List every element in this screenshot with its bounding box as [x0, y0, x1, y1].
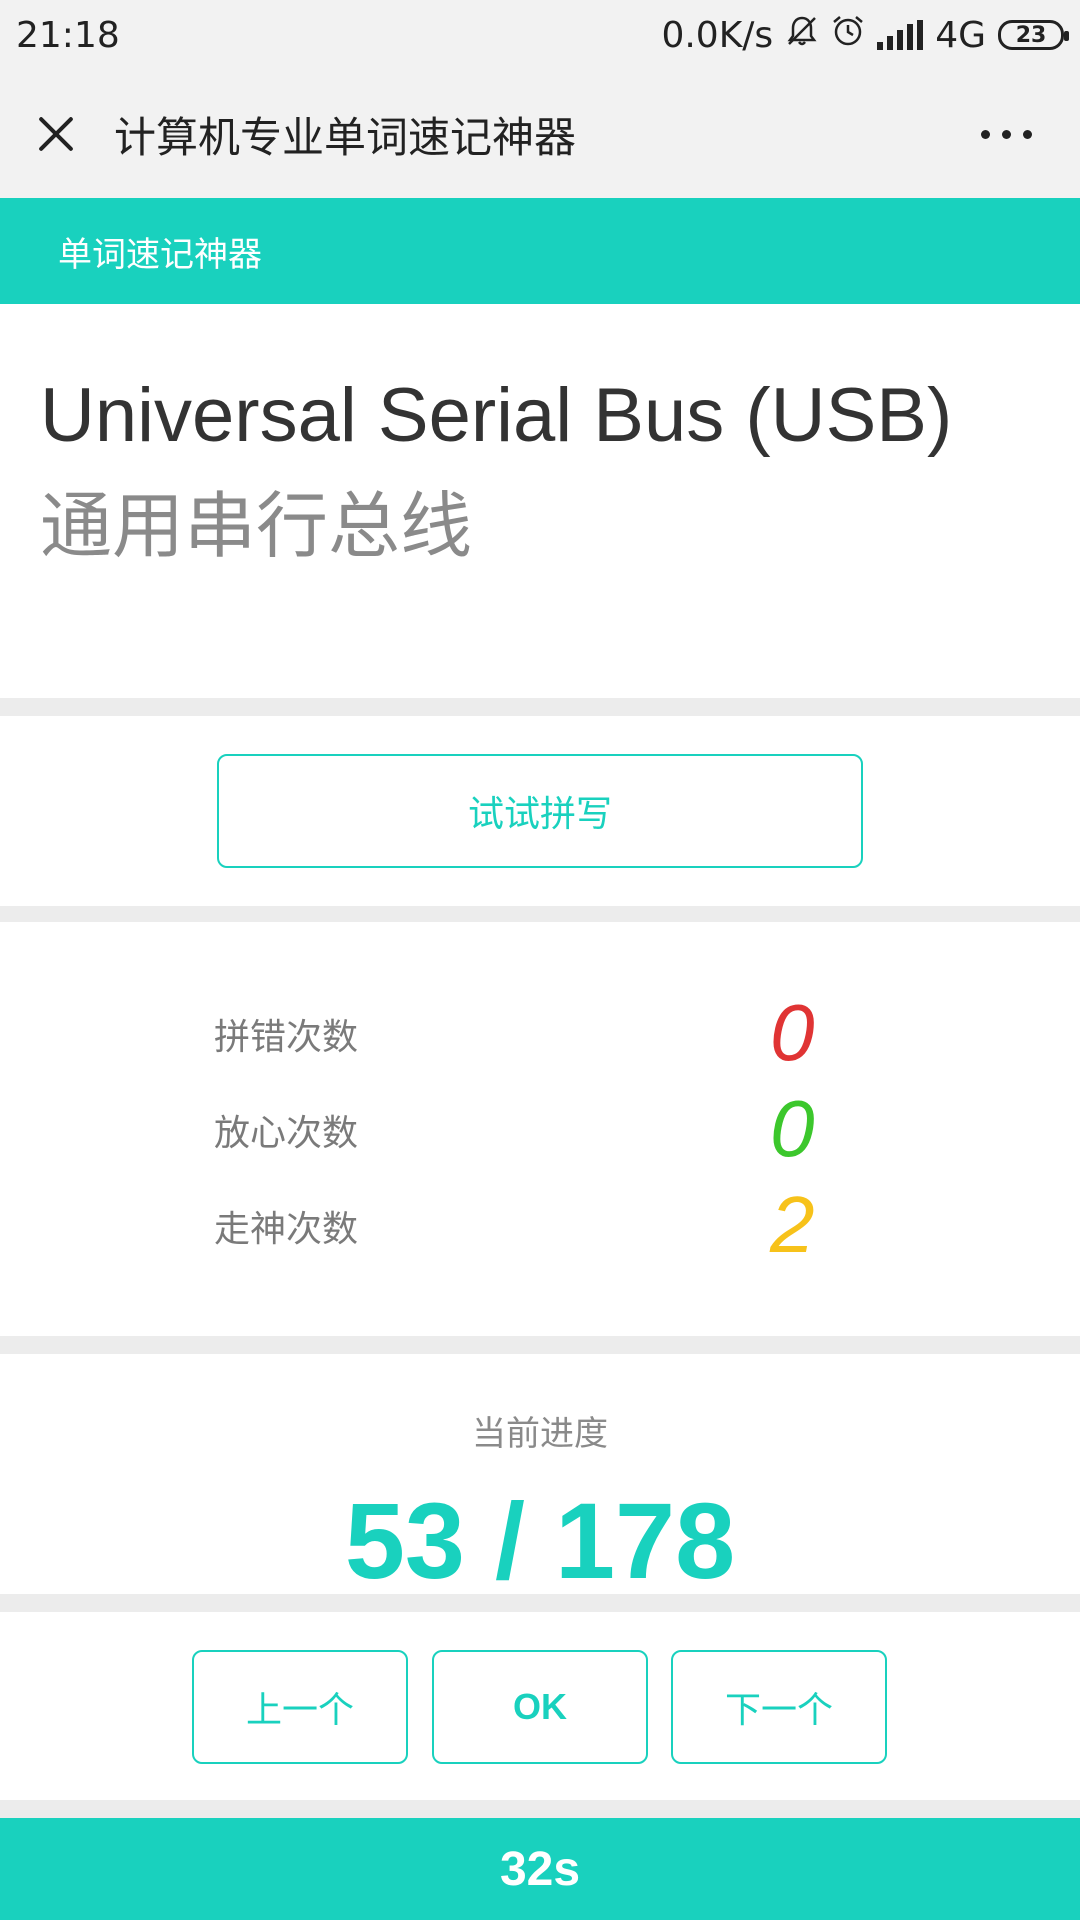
stat-value-misspelled: 0: [770, 988, 815, 1077]
bell-off-icon: [785, 14, 819, 57]
stat-label: 放心次数: [214, 1113, 359, 1154]
stat-label: 拼错次数: [214, 1017, 359, 1058]
battery-icon: 23: [998, 20, 1069, 50]
more-dots-icon[interactable]: [981, 129, 1050, 139]
status-icons: 0.0K/s 4G 23: [661, 14, 1069, 57]
stat-row-misspelled: 拼错次数 0: [0, 988, 1080, 1078]
word-card: Universal Serial Bus (USB) 通用串行总线: [0, 304, 1080, 698]
stat-value-confident: 0: [770, 1084, 815, 1173]
battery-level: 23: [1015, 22, 1047, 48]
spell-section: 试试拼写: [0, 716, 1080, 906]
progress-section: 当前进度 53 / 178: [0, 1354, 1080, 1600]
word-english: Universal Serial Bus (USB): [40, 373, 953, 458]
stat-row-confident: 放心次数 0: [0, 1084, 1080, 1174]
page-title: 计算机专业单词速记神器: [114, 112, 577, 162]
cellular-signal-icon: [877, 20, 924, 50]
progress-label: 当前进度: [472, 1414, 608, 1454]
stat-value-distracted: 2: [770, 1180, 815, 1269]
next-button[interactable]: 下一个: [671, 1650, 887, 1764]
word-chinese: 通用串行总线: [40, 484, 473, 569]
timer-bar: 32s: [0, 1818, 1080, 1920]
close-icon[interactable]: [30, 109, 80, 159]
network-type: 4G: [935, 14, 986, 56]
network-speed: 0.0K/s: [661, 14, 774, 56]
stats-section: 拼错次数 0 放心次数 0 走神次数 2: [0, 922, 1080, 1336]
previous-button[interactable]: 上一个: [192, 1650, 408, 1764]
progress-value: 53 / 178: [344, 1480, 736, 1601]
mini-program-title-bar: 计算机专业单词速记神器: [0, 70, 1080, 198]
status-time: 21:18: [16, 14, 120, 56]
status-bar: 21:18 0.0K/s 4G 23: [0, 0, 1080, 70]
try-spell-button[interactable]: 试试拼写: [217, 754, 863, 868]
stat-row-distracted: 走神次数 2: [0, 1180, 1080, 1270]
alarm-clock-icon: [831, 14, 865, 57]
header-title: 单词速记神器: [58, 234, 262, 275]
ok-button[interactable]: OK: [432, 1650, 648, 1764]
nav-section: 上一个 OK 下一个: [0, 1612, 1080, 1800]
header-banner: 单词速记神器: [0, 198, 1080, 304]
stat-label: 走神次数: [214, 1209, 359, 1250]
timer-value: 32s: [499, 1842, 581, 1896]
